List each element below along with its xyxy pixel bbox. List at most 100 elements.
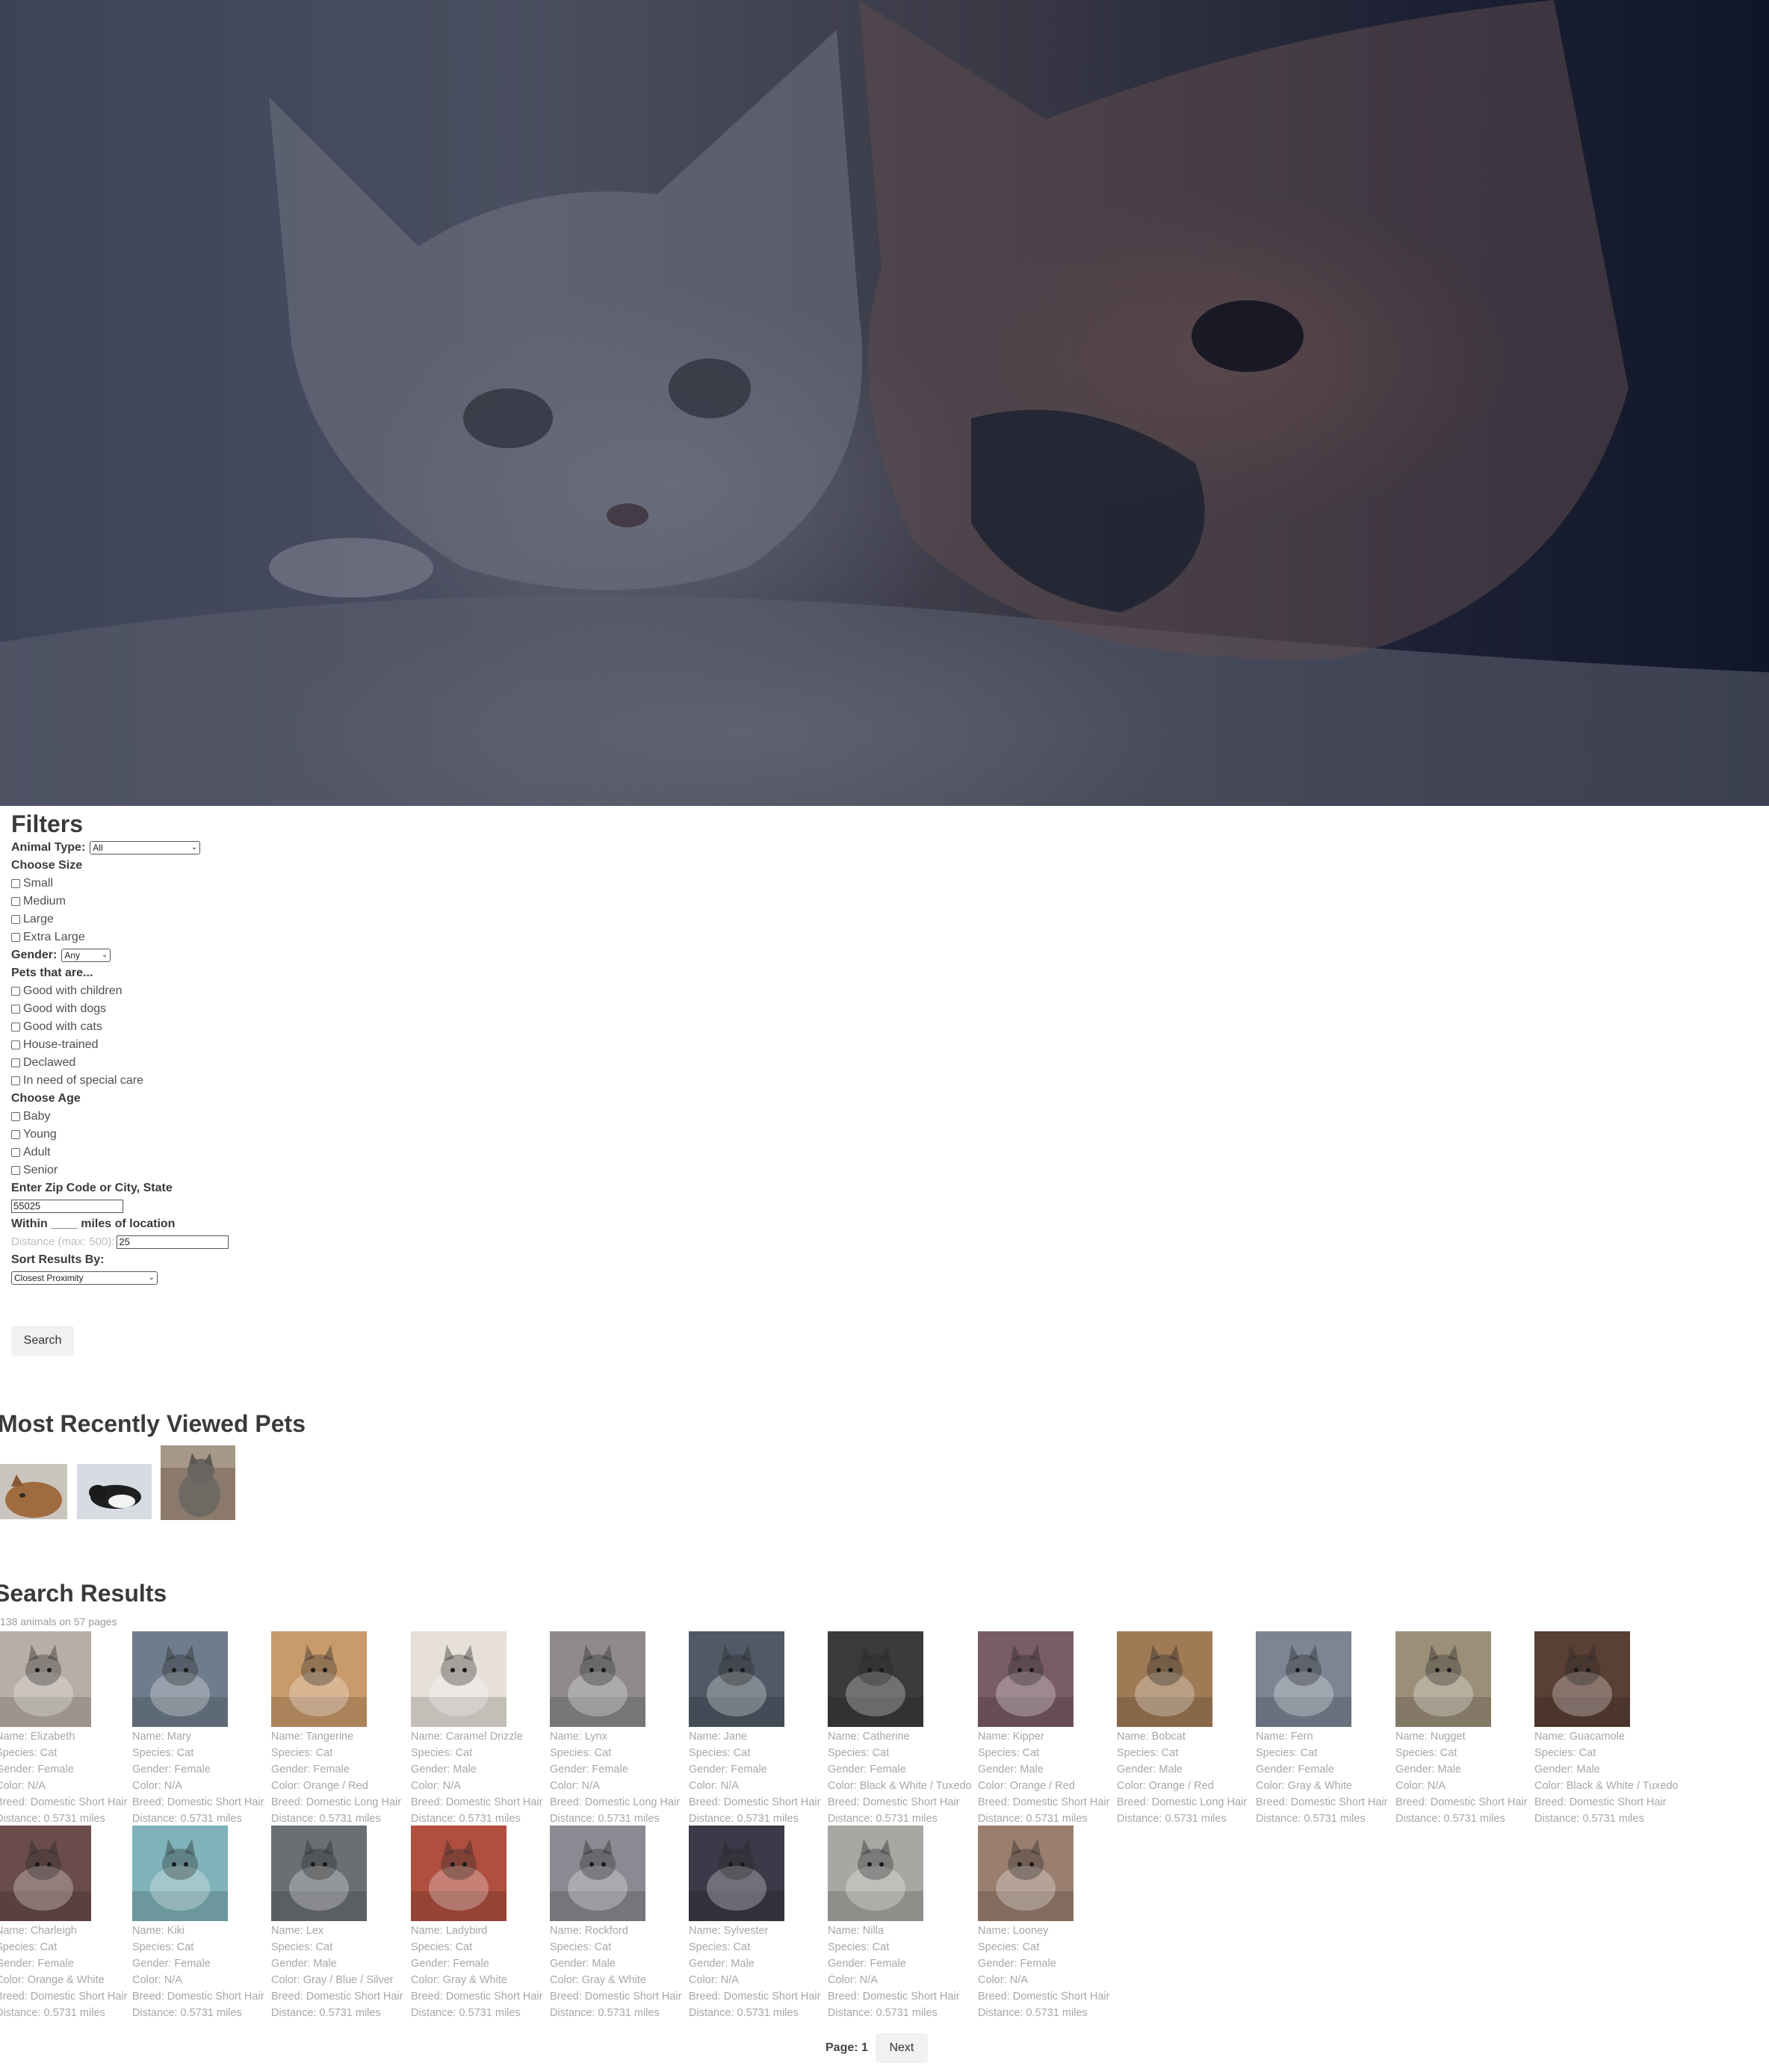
result-card[interactable]: Name: Jane Species: Cat Gender: Female Colo… bbox=[689, 1631, 823, 1827]
pet-name-label: Name: bbox=[1534, 1731, 1570, 1743]
pet-thumbnail[interactable] bbox=[550, 1631, 645, 1727]
pet-thumbnail[interactable] bbox=[411, 1826, 506, 1921]
gender-label: Gender: bbox=[11, 949, 58, 961]
pet-thumbnail[interactable] bbox=[132, 1631, 228, 1727]
result-card[interactable]: Name: Rockford Species: Cat Gender: Male Co… bbox=[550, 1826, 684, 2021]
pet-gender-value: Male bbox=[731, 1958, 755, 1970]
checkbox[interactable] bbox=[11, 987, 20, 996]
result-card[interactable]: Name: Caramel Drizzle Species: Cat Gender:… bbox=[411, 1631, 545, 1827]
trait-option[interactable]: House-trained bbox=[11, 1036, 229, 1054]
result-card[interactable]: Name: Nugget Species: Cat Gender: Male Colo… bbox=[1395, 1631, 1530, 1827]
pet-thumbnail[interactable] bbox=[550, 1826, 645, 1921]
size-option-small[interactable]: Small bbox=[11, 875, 229, 893]
size-option-extra-large[interactable]: Extra Large bbox=[11, 928, 229, 946]
age-option[interactable]: Senior bbox=[11, 1161, 229, 1179]
checkbox[interactable] bbox=[11, 1130, 20, 1139]
pet-thumbnail[interactable] bbox=[978, 1631, 1074, 1727]
pet-distance-label: Distance: bbox=[689, 1813, 737, 1825]
result-card[interactable]: Name: Lynx Species: Cat Gender: Female Colo… bbox=[550, 1631, 684, 1827]
pet-thumbnail[interactable] bbox=[978, 1826, 1074, 1921]
sort-select[interactable]: Closest Proximity ⌄ bbox=[11, 1271, 158, 1285]
pet-species: Species: Cat bbox=[411, 1745, 545, 1761]
checkbox[interactable] bbox=[11, 915, 20, 924]
pet-thumbnail[interactable] bbox=[411, 1631, 506, 1727]
trait-option[interactable]: Declawed bbox=[11, 1054, 229, 1072]
size-option-large[interactable]: Large bbox=[11, 911, 229, 928]
pet-thumbnail[interactable] bbox=[1256, 1631, 1351, 1727]
checkbox[interactable] bbox=[11, 1148, 20, 1157]
checkbox[interactable] bbox=[11, 933, 20, 942]
size-option-medium[interactable]: Medium bbox=[11, 893, 229, 911]
pet-thumbnail[interactable] bbox=[0, 1631, 91, 1727]
checkbox[interactable] bbox=[11, 1005, 20, 1014]
checkbox[interactable] bbox=[11, 897, 20, 906]
pet-breed-label: Breed: bbox=[1256, 1796, 1291, 1808]
pet-thumbnail[interactable] bbox=[0, 1826, 91, 1921]
result-card[interactable]: Name: Kipper Species: Cat Gender: Male Colo… bbox=[978, 1631, 1112, 1827]
recent-pet-thumbnail[interactable] bbox=[77, 1464, 152, 1519]
pet-breed-label: Breed: bbox=[550, 1796, 585, 1808]
pet-gender-value: Female bbox=[1020, 1958, 1056, 1970]
result-card[interactable]: Name: Tangerine Species: Cat Gender: Femal… bbox=[271, 1631, 406, 1827]
result-card[interactable]: Name: Guacamole Species: Cat Gender: Male C… bbox=[1534, 1631, 1679, 1827]
next-page-button[interactable]: Next bbox=[875, 2033, 928, 2063]
result-card[interactable]: Name: Nilla Species: Cat Gender: Female Col… bbox=[828, 1826, 962, 2021]
pet-thumbnail[interactable] bbox=[828, 1631, 923, 1727]
trait-option[interactable]: Good with cats bbox=[11, 1018, 229, 1036]
result-card[interactable]: Name: Ladybird Species: Cat Gender: Female… bbox=[411, 1826, 545, 2021]
checkbox[interactable] bbox=[11, 879, 20, 888]
pet-thumbnail[interactable] bbox=[1395, 1631, 1491, 1727]
result-card[interactable]: Name: Lex Species: Cat Gender: Male Color: … bbox=[271, 1826, 406, 2021]
pet-name: Name: Catherine bbox=[828, 1728, 962, 1745]
animal-type-select[interactable]: All ⌄ bbox=[90, 841, 201, 854]
pet-distance-value: 0.5731 miles bbox=[319, 1813, 381, 1825]
results-count: 138 animals on 57 pages bbox=[0, 1616, 117, 1628]
result-card[interactable]: Name: Fern Species: Cat Gender: Female Colo… bbox=[1256, 1631, 1390, 1827]
age-option[interactable]: Baby bbox=[11, 1108, 229, 1126]
gender-select[interactable]: Any ⌄ bbox=[61, 949, 111, 962]
checkbox[interactable] bbox=[11, 1112, 20, 1121]
trait-option[interactable]: Good with children bbox=[11, 982, 229, 1000]
checkbox[interactable] bbox=[11, 1166, 20, 1175]
pet-distance: Distance: 0.5731 miles bbox=[1117, 1811, 1251, 1827]
trait-label: In need of special care bbox=[23, 1074, 143, 1087]
pet-thumbnail[interactable] bbox=[689, 1631, 784, 1727]
search-button[interactable]: Search bbox=[11, 1326, 74, 1356]
pet-breed: Breed: Domestic Long Hair bbox=[1117, 1794, 1251, 1811]
pet-gender: Gender: Female bbox=[689, 1761, 823, 1778]
pet-thumbnail[interactable] bbox=[1117, 1631, 1212, 1727]
age-label: Young bbox=[23, 1128, 57, 1141]
result-card[interactable]: Name: ElizabethSpecies: CatGender: Femal… bbox=[0, 1631, 130, 1827]
trait-option[interactable]: Good with dogs bbox=[11, 1000, 229, 1018]
checkbox[interactable] bbox=[11, 1076, 20, 1085]
checkbox[interactable] bbox=[11, 1058, 20, 1067]
size-heading: Choose Size bbox=[11, 859, 83, 872]
result-card[interactable]: Name: CharleighSpecies: CatGender: Femal… bbox=[0, 1826, 130, 2021]
recent-pet-thumbnail[interactable] bbox=[161, 1445, 235, 1520]
age-option[interactable]: Young bbox=[11, 1126, 229, 1144]
checkbox[interactable] bbox=[11, 1023, 20, 1032]
result-card[interactable]: Name: Mary Species: Cat Gender: Female Colo… bbox=[132, 1631, 267, 1827]
pet-thumbnail[interactable] bbox=[271, 1631, 367, 1727]
pet-thumbnail[interactable] bbox=[132, 1826, 228, 1921]
pet-thumbnail[interactable] bbox=[689, 1826, 784, 1921]
pet-thumbnail[interactable] bbox=[271, 1826, 367, 1921]
pet-info: Name: ElizabethSpecies: CatGender: Femal… bbox=[0, 1728, 130, 1827]
age-option[interactable]: Adult bbox=[11, 1144, 229, 1161]
result-card[interactable]: Name: Kiki Species: Cat Gender: Female Colo… bbox=[132, 1826, 267, 2021]
result-card[interactable]: Name: Bobcat Species: Cat Gender: Male Colo… bbox=[1117, 1631, 1251, 1827]
pet-distance: Distance: 0.5731 miles bbox=[978, 2005, 1112, 2021]
distance-input[interactable]: 25 bbox=[117, 1235, 229, 1249]
gender-value: Any bbox=[64, 950, 81, 961]
pet-breed: Breed: Domestic Short Hair bbox=[411, 1988, 545, 2005]
trait-option[interactable]: In need of special care bbox=[11, 1072, 229, 1090]
result-card[interactable]: Name: Looney Species: Cat Gender: Female Co… bbox=[978, 1826, 1112, 2021]
result-card[interactable]: Name: Catherine Species: Cat Gender: Femal… bbox=[828, 1631, 972, 1827]
result-card[interactable]: Name: Sylvester Species: Cat Gender: Male C… bbox=[689, 1826, 823, 2021]
pet-thumbnail[interactable] bbox=[828, 1826, 923, 1921]
pet-species-value: Cat bbox=[733, 1747, 751, 1759]
location-input[interactable]: 55025 bbox=[11, 1200, 123, 1213]
pet-thumbnail[interactable] bbox=[1534, 1631, 1630, 1727]
recent-pet-thumbnail[interactable] bbox=[0, 1464, 67, 1519]
checkbox[interactable] bbox=[11, 1040, 20, 1049]
